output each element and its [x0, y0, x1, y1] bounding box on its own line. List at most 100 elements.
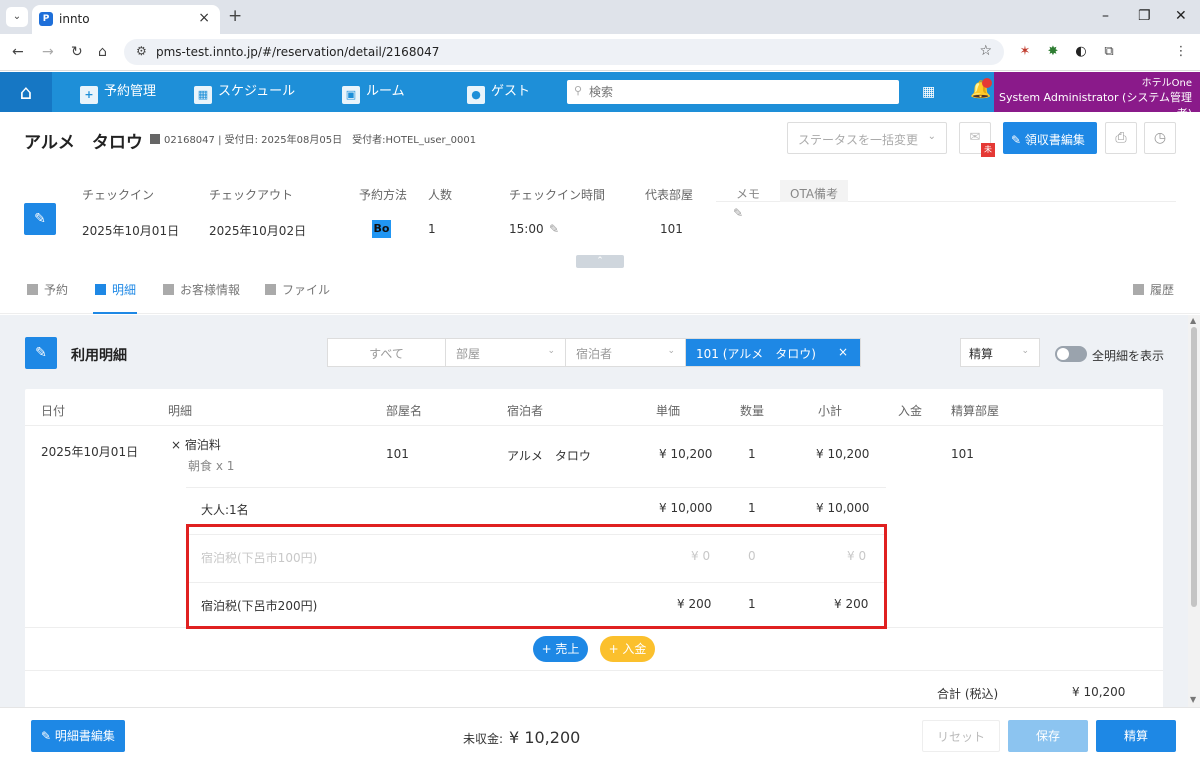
filter-selected[interactable]: 101 (アルメ タロウ) ×	[686, 339, 860, 366]
guest-icon: ●	[467, 86, 485, 104]
extensions-puzzle-icon[interactable]: ⧉	[1100, 43, 1118, 61]
filter-guest[interactable]: 宿泊者 ⌄	[566, 339, 686, 366]
scroll-thumb[interactable]	[1191, 327, 1197, 607]
tab-label: 予約	[44, 283, 69, 297]
unpaid-amount: ¥ 10,200	[509, 728, 581, 747]
nav-guest[interactable]: ● ゲスト	[467, 72, 530, 112]
checkout-label: チェックアウト	[209, 188, 294, 202]
print-button[interactable]: ⎙	[1105, 122, 1137, 154]
dark-mode-icon[interactable]: ◐	[1072, 43, 1090, 61]
save-button[interactable]: 保存	[1008, 720, 1088, 752]
nav-label: 予約管理	[104, 84, 157, 99]
reservation-meta: 02168047 | 受付日: 2025年08月05日 受付者:HOTEL_us…	[150, 131, 476, 146]
reload-icon[interactable]: ↻	[71, 44, 83, 60]
col-subtotal: 小計	[818, 404, 843, 418]
new-tab-icon[interactable]: +	[228, 6, 242, 26]
col-date: 日付	[41, 404, 66, 418]
receipt-edit-button[interactable]: ✎ 領収書編集	[1003, 122, 1097, 154]
restore-icon[interactable]: ❐	[1138, 8, 1151, 24]
room-label: 代表部屋	[645, 188, 694, 202]
unpaid-label: 未収金:	[463, 732, 504, 746]
extension-icon[interactable]: ✶	[1016, 43, 1034, 61]
browser-tab[interactable]: P innto ×	[32, 5, 220, 34]
tab-customer-info[interactable]: お客様情報	[163, 281, 240, 298]
browser-menu-icon[interactable]: ⋮	[1172, 43, 1190, 61]
row-date: 2025年10月01日	[41, 445, 139, 459]
chevron-down-icon: ⌄	[667, 346, 675, 356]
home-icon[interactable]: ⌂	[98, 44, 107, 60]
tab-files[interactable]: ファイル	[265, 281, 330, 298]
add-sale-button[interactable]: + 売上	[533, 636, 588, 662]
scroll-down-icon[interactable]: ▼	[1190, 695, 1196, 704]
col-quantity: 数量	[740, 404, 765, 418]
tab-reservation[interactable]: 予約	[27, 281, 68, 298]
reservation-meta-text: 02168047 | 受付日: 2025年08月05日 受付者:HOTEL_us…	[164, 135, 477, 146]
checkin-time-label: チェックイン時間	[509, 188, 606, 202]
hotel-name: ホテルOne	[1141, 78, 1192, 89]
url-field[interactable]: ⚙ pms-test.innto.jp/#/reservation/detail…	[124, 39, 1004, 65]
settle-button[interactable]: 精算	[1096, 720, 1176, 752]
favicon-icon: P	[39, 12, 53, 26]
edit-time-icon[interactable]: ✎	[549, 222, 559, 236]
edit-summary-button[interactable]: ✎	[24, 203, 56, 235]
room-value: 101	[660, 222, 683, 236]
col-guest: 宿泊者	[507, 404, 544, 418]
add-payment-button[interactable]: + 入金	[600, 636, 655, 662]
window-close-icon[interactable]: ✕	[1175, 8, 1187, 24]
tab-details[interactable]: 明細	[95, 281, 136, 298]
settlement-select[interactable]: 精算 ⌄	[960, 338, 1040, 367]
pencil-icon: ✎	[1011, 133, 1025, 147]
show-all-label: 全明細を表示	[1092, 349, 1165, 363]
pencil-icon: ✎	[34, 211, 46, 227]
tab-label: 明細	[112, 283, 137, 297]
reset-button[interactable]: リセット	[922, 720, 1000, 752]
nav-reservations[interactable]: + 予約管理	[80, 72, 156, 112]
edit-statement-label: 明細書編集	[54, 729, 115, 743]
col-item: 明細	[168, 404, 193, 418]
nav-schedule[interactable]: ▦ スケジュール	[194, 72, 295, 112]
filter-room[interactable]: 部屋 ⌄	[446, 339, 566, 366]
row-guest: アルメ タロウ	[507, 449, 591, 463]
edit-memo-icon[interactable]: ✎	[733, 206, 743, 220]
nav-room[interactable]: ▣ ルーム	[342, 72, 405, 112]
forward-icon[interactable]: →	[42, 44, 54, 60]
row-item-sub: 朝食 x 1	[188, 459, 235, 473]
filter-all[interactable]: すべて	[328, 339, 446, 366]
tab-memo[interactable]: メモ	[726, 180, 770, 202]
bookmark-star-icon[interactable]: ☆	[979, 43, 992, 59]
search-icon: ⚲	[574, 84, 583, 97]
site-settings-icon[interactable]: ⚙	[136, 44, 147, 58]
notification-dot	[982, 78, 992, 88]
statement-panel: ✎ 利用明細 すべて 部屋 ⌄ 宿泊者 ⌄ 101 (アルメ タロウ) × 精算 ⌄ 全…	[0, 315, 1188, 707]
back-icon[interactable]: ←	[12, 44, 24, 60]
tab-label: ファイル	[282, 283, 331, 297]
user-name: System Administrator (システム管理者)	[999, 91, 1192, 120]
apps-grid-icon[interactable]: ▦	[922, 84, 938, 100]
tab-close-icon[interactable]: ×	[198, 10, 210, 26]
scrollbar[interactable]: ▲ ▼	[1188, 315, 1200, 707]
edit-statement-doc-button[interactable]: ✎ 明細書編集	[31, 720, 125, 752]
history-link[interactable]: 履歴	[1133, 281, 1174, 298]
minimize-icon[interactable]: –	[1102, 8, 1109, 24]
history-button[interactable]: ◷	[1144, 122, 1176, 154]
section-title: 利用明細	[71, 348, 127, 364]
pencil-icon: ✎	[41, 729, 55, 743]
col-payment: 入金	[898, 404, 923, 418]
sub-row-qty: 1	[748, 501, 756, 515]
scroll-up-icon[interactable]: ▲	[1190, 316, 1196, 325]
calendar-plus-icon: +	[80, 86, 98, 104]
global-search[interactable]: ⚲	[567, 80, 899, 104]
remove-icon[interactable]: ×	[171, 438, 185, 452]
show-all-toggle[interactable]	[1055, 346, 1087, 362]
tab-search-icon[interactable]: ⌄	[6, 7, 28, 27]
divider	[25, 425, 1163, 426]
tab-ota-notes[interactable]: OTA備考	[780, 180, 849, 202]
app-home-icon[interactable]: ⌂	[0, 72, 52, 112]
extension-icon[interactable]: ✸	[1044, 43, 1062, 61]
status-select[interactable]: ステータスを一括変更 ⌄	[787, 122, 947, 154]
close-icon[interactable]: ×	[838, 345, 848, 359]
search-input[interactable]	[589, 83, 889, 101]
edit-statement-button[interactable]: ✎	[25, 337, 57, 369]
row-item: × 宿泊料	[171, 436, 221, 453]
user-menu[interactable]: ホテルOne System Administrator (システム管理者)	[994, 72, 1200, 120]
